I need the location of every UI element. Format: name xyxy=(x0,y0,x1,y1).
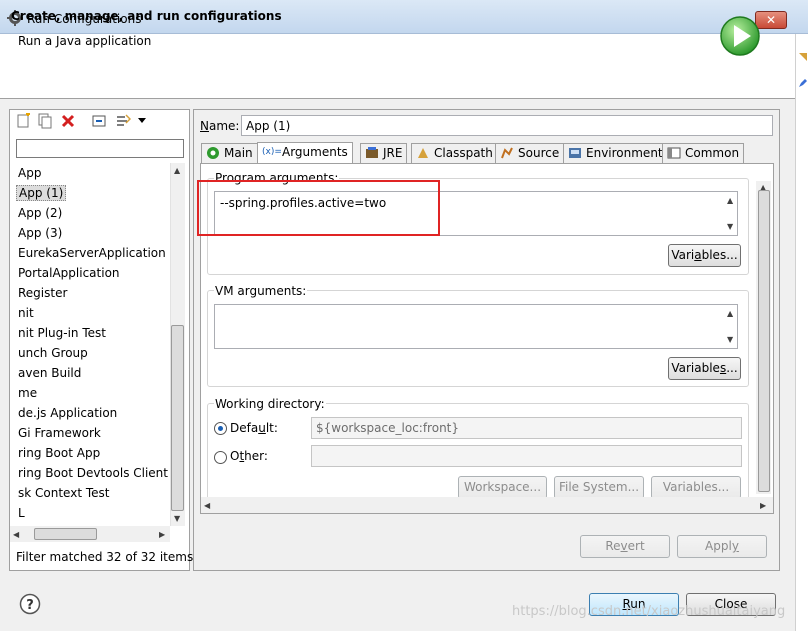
other-radio[interactable] xyxy=(214,451,227,464)
source-tab-icon xyxy=(501,147,513,159)
tree-item[interactable]: App xyxy=(18,163,41,183)
tree-item[interactable]: Register xyxy=(18,283,67,303)
default-radio[interactable] xyxy=(214,422,227,435)
tree-item[interactable]: ring Boot Devtools Client xyxy=(18,463,168,483)
tree-item[interactable]: App (1) xyxy=(16,183,67,203)
tree-item[interactable]: App (2) xyxy=(18,203,62,223)
other-label: Other: xyxy=(230,449,268,463)
tab-common[interactable]: Common xyxy=(662,143,745,163)
workspace-button[interactable]: Workspace... xyxy=(458,476,547,499)
highlight-annotation xyxy=(197,180,440,236)
classpath-tab-icon xyxy=(418,148,428,158)
collapse-all-icon[interactable] xyxy=(91,113,107,129)
filter-icon[interactable] xyxy=(115,113,131,129)
tree-item[interactable]: unch Group xyxy=(18,343,88,363)
tree-item-label: sk Context Test xyxy=(18,486,110,500)
other-directory-field[interactable] xyxy=(311,445,742,467)
common-tab-icon xyxy=(667,147,681,159)
tree-item[interactable]: L xyxy=(18,503,25,523)
tree-item-label: App (1) xyxy=(16,185,67,201)
tree-item[interactable]: App (3) xyxy=(18,223,62,243)
tree-item-label: EurekaServerApplication xyxy=(18,246,166,260)
editor-scroll-thumb[interactable] xyxy=(758,190,770,492)
program-args-scrollbar[interactable]: ▲ ▼ xyxy=(723,192,737,235)
header-subtitle: Run a Java application xyxy=(18,34,152,48)
working-directory-label: Working directory: xyxy=(214,397,326,411)
program-variables-button[interactable]: Variables... xyxy=(668,244,741,267)
background-window-strip xyxy=(795,34,808,631)
filter-input[interactable] xyxy=(16,139,184,158)
tree-item-label: ring Boot Devtools Client xyxy=(18,466,168,480)
tab-classpath[interactable]: Classpath xyxy=(411,143,498,163)
help-icon[interactable]: ? xyxy=(19,593,41,615)
tree-scroll-thumb[interactable] xyxy=(171,325,184,511)
editor-scroll-left-arrow[interactable]: ◀ xyxy=(204,501,210,510)
pin-icon xyxy=(799,53,807,61)
tree-item-label: unch Group xyxy=(18,346,88,360)
filter-status: Filter matched 32 of 32 items xyxy=(16,550,194,564)
tab-source[interactable]: Source xyxy=(495,143,565,163)
tree-item[interactable]: sk Context Test xyxy=(18,483,109,503)
editor-scroll-right-arrow[interactable]: ▶ xyxy=(760,501,766,510)
scroll-down-arrow[interactable]: ▼ xyxy=(174,514,180,523)
tree-item[interactable]: nit Plug-in Test xyxy=(18,323,106,343)
vm-args-scrollbar[interactable]: ▲ ▼ xyxy=(723,305,737,348)
scroll-up-arrow[interactable]: ▲ xyxy=(174,166,180,175)
revert-button[interactable]: Revert xyxy=(580,535,670,558)
apply-button[interactable]: Apply xyxy=(677,535,767,558)
tree-item-label: App (2) xyxy=(18,206,63,220)
editor-horizontal-scrollbar[interactable] xyxy=(201,497,773,513)
tab-main[interactable]: Main xyxy=(201,143,258,163)
tree-item-label: App xyxy=(18,166,42,180)
vm-variables-button[interactable]: Variables... xyxy=(668,357,741,380)
tab-environment[interactable]: Environment xyxy=(563,143,668,163)
tree-item[interactable]: EurekaServerApplication xyxy=(18,243,166,263)
tree-item-label: Gi Framework xyxy=(18,426,101,440)
tree-item[interactable]: de.js Application xyxy=(18,403,117,423)
tree-item[interactable]: nit xyxy=(18,303,34,323)
tree-item-label: PortalApplication xyxy=(18,266,120,280)
watermark: https://blog.csdn.net/xiaozhushuaitaiyan… xyxy=(512,604,786,619)
tree-item-label: me xyxy=(18,386,38,400)
tab-jre[interactable]: JRE xyxy=(360,143,408,163)
vm-arguments-label: VM arguments: xyxy=(214,284,308,298)
scroll-right-arrow[interactable]: ▶ xyxy=(159,530,165,539)
name-label: Name: xyxy=(200,119,240,133)
edit-icon xyxy=(799,79,807,87)
duplicate-icon[interactable] xyxy=(37,113,53,129)
tree-item-label: aven Build xyxy=(18,366,82,380)
tree-hscroll-thumb[interactable] xyxy=(34,528,97,540)
default-label: Default: xyxy=(230,421,278,435)
tree-item-label: nit Plug-in Test xyxy=(18,326,106,340)
name-input[interactable] xyxy=(241,115,773,136)
jre-tab-icon xyxy=(366,147,378,158)
file-system-button[interactable]: File System... xyxy=(554,476,644,499)
environment-tab-icon xyxy=(569,148,581,158)
tree-item[interactable]: Gi Framework xyxy=(18,423,101,443)
tree-item-label: App (3) xyxy=(18,226,63,240)
tree-item[interactable]: aven Build xyxy=(18,363,81,383)
tree-item[interactable]: PortalApplication xyxy=(18,263,120,283)
scroll-left-arrow[interactable]: ◀ xyxy=(13,530,19,539)
tree-item-label: de.js Application xyxy=(18,406,118,420)
tree-item[interactable]: ring Boot App xyxy=(18,443,100,463)
default-directory-field: ${workspace_loc:front} xyxy=(311,417,742,439)
delete-icon[interactable] xyxy=(60,113,76,129)
header-title: Create, manage, and run configurations xyxy=(11,9,282,23)
tree-item[interactable]: me xyxy=(18,383,37,403)
configuration-tree: App App (1) App (2) App (3) EurekaServerAppl… xyxy=(10,163,170,523)
tree-item-label: Register xyxy=(18,286,68,300)
directory-variables-button[interactable]: Variables... xyxy=(651,476,741,499)
tree-item-label: nit xyxy=(18,306,34,320)
tab-arguments[interactable]: (x)= Arguments xyxy=(257,142,353,163)
run-banner-icon xyxy=(720,16,760,56)
tree-item-label: ring Boot App xyxy=(18,446,101,460)
svg-text:?: ? xyxy=(26,598,34,613)
main-tab-icon xyxy=(207,147,219,159)
arguments-tab-icon: (x)= xyxy=(262,147,282,157)
chevron-down-icon[interactable] xyxy=(138,117,146,125)
tree-item-label: L xyxy=(18,506,25,520)
new-configuration-icon[interactable] xyxy=(15,113,31,129)
vm-arguments-textarea[interactable] xyxy=(214,304,738,349)
